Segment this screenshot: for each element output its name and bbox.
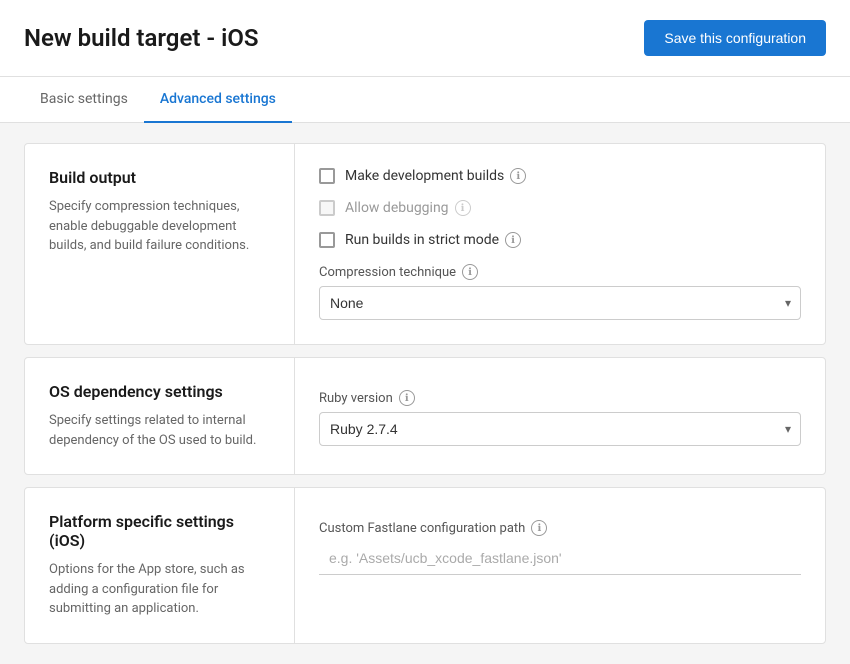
section-platform-specific-right: Custom Fastlane configuration path ℹ [295, 488, 825, 643]
section-build-output-right: Make development builds ℹ Allow debuggin… [295, 144, 825, 344]
allow-debugging-info-icon: ℹ [455, 200, 471, 216]
section-build-output-title: Build output [49, 168, 270, 187]
section-os-dependency-left: OS dependency settings Specify settings … [25, 358, 295, 474]
strict-mode-checkbox[interactable] [319, 232, 335, 248]
compression-technique-group: Compression technique ℹ None LZ4 LZMA zl… [319, 264, 801, 320]
page-header: New build target - iOS Save this configu… [0, 0, 850, 77]
compression-technique-select[interactable]: None LZ4 LZMA zlib [319, 286, 801, 320]
section-build-output: Build output Specify compression techniq… [24, 143, 826, 345]
fastlane-config-group: Custom Fastlane configuration path ℹ [319, 520, 801, 575]
section-platform-specific-desc: Options for the App store, such as addin… [49, 560, 270, 619]
section-os-dependency-right: Ruby version ℹ Ruby 2.7.4 Ruby 3.0.0 Rub… [295, 358, 825, 474]
section-os-dependency: OS dependency settings Specify settings … [24, 357, 826, 475]
compression-technique-wrapper: None LZ4 LZMA zlib ▾ [319, 286, 801, 320]
make-dev-builds-checkbox[interactable] [319, 168, 335, 184]
allow-debugging-checkbox [319, 200, 335, 216]
compression-technique-info-icon[interactable]: ℹ [462, 264, 478, 280]
section-platform-specific-left: Platform specific settings (iOS) Options… [25, 488, 295, 643]
section-build-output-left: Build output Specify compression techniq… [25, 144, 295, 344]
make-dev-builds-row: Make development builds ℹ [319, 168, 801, 184]
section-platform-specific-title: Platform specific settings (iOS) [49, 512, 270, 550]
section-build-output-desc: Specify compression techniques, enable d… [49, 197, 270, 256]
fastlane-config-input[interactable] [319, 542, 801, 575]
save-button[interactable]: Save this configuration [644, 20, 826, 56]
tab-bar: Basic settings Advanced settings [0, 77, 850, 123]
tab-advanced[interactable]: Advanced settings [144, 77, 292, 123]
section-os-dependency-title: OS dependency settings [49, 382, 270, 401]
allow-debugging-label: Allow debugging ℹ [345, 200, 471, 216]
tab-basic[interactable]: Basic settings [24, 77, 144, 123]
strict-mode-info-icon[interactable]: ℹ [505, 232, 521, 248]
ruby-version-info-icon[interactable]: ℹ [399, 390, 415, 406]
fastlane-config-info-icon[interactable]: ℹ [531, 520, 547, 536]
main-content: Build output Specify compression techniq… [0, 123, 850, 664]
ruby-version-label: Ruby version ℹ [319, 390, 801, 406]
ruby-version-group: Ruby version ℹ Ruby 2.7.4 Ruby 3.0.0 Rub… [319, 390, 801, 446]
strict-mode-label: Run builds in strict mode ℹ [345, 232, 521, 248]
section-os-dependency-desc: Specify settings related to internal dep… [49, 411, 270, 450]
strict-mode-row: Run builds in strict mode ℹ [319, 232, 801, 248]
compression-technique-label: Compression technique ℹ [319, 264, 801, 280]
ruby-version-select[interactable]: Ruby 2.7.4 Ruby 3.0.0 Ruby 3.1.0 [319, 412, 801, 446]
ruby-version-wrapper: Ruby 2.7.4 Ruby 3.0.0 Ruby 3.1.0 ▾ [319, 412, 801, 446]
make-dev-builds-info-icon[interactable]: ℹ [510, 168, 526, 184]
section-platform-specific: Platform specific settings (iOS) Options… [24, 487, 826, 644]
page-title: New build target - iOS [24, 24, 259, 52]
make-dev-builds-label: Make development builds ℹ [345, 168, 526, 184]
fastlane-config-label: Custom Fastlane configuration path ℹ [319, 520, 801, 536]
allow-debugging-row: Allow debugging ℹ [319, 200, 801, 216]
